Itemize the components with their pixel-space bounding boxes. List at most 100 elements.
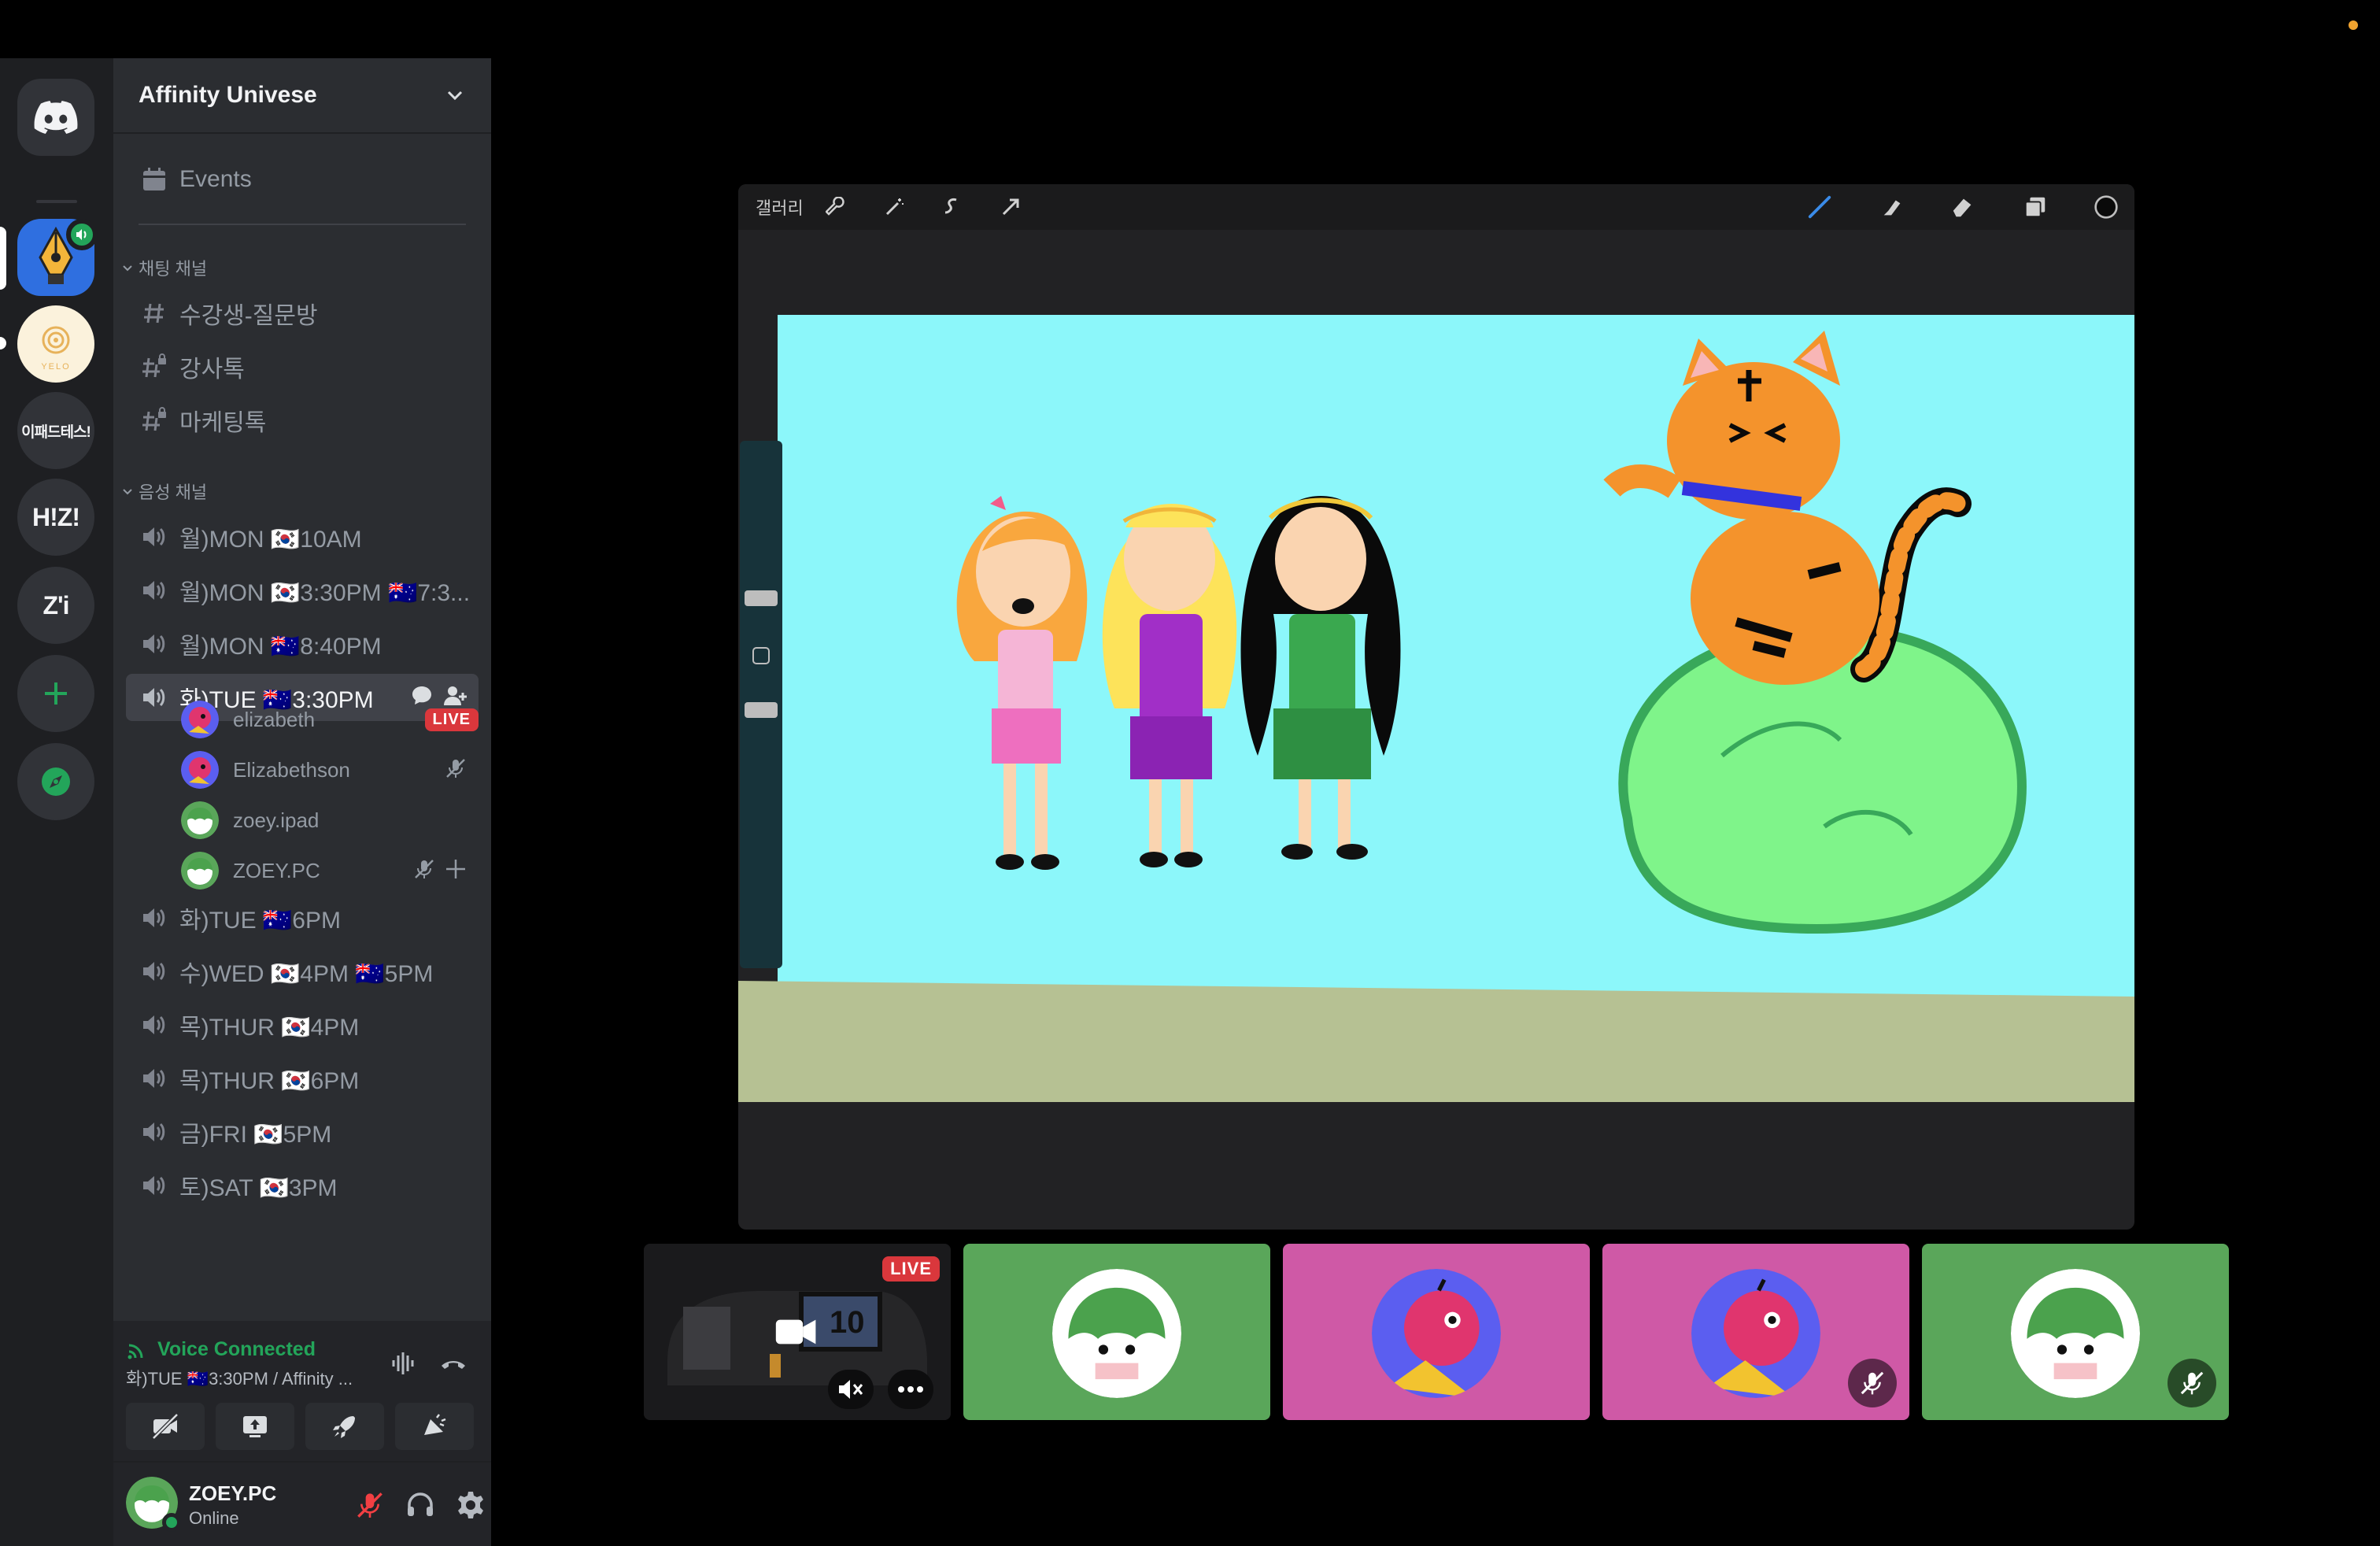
channel-qna[interactable]: 수강생-질문방 xyxy=(126,290,479,337)
smudge-icon[interactable] xyxy=(1879,194,1905,220)
chevron-down-icon xyxy=(123,489,132,495)
deafen-button[interactable] xyxy=(401,1486,439,1524)
screen-share-stream[interactable]: 갤러리 xyxy=(738,184,2134,1230)
voice-member[interactable]: elizabeth LIVE xyxy=(181,697,479,742)
server-ipad-test[interactable]: 이패드테스! xyxy=(17,392,94,469)
channel-instructor-talk[interactable]: 강사톡 xyxy=(126,343,479,390)
yelo-text: YELO xyxy=(41,362,71,372)
server-hiz[interactable]: H!Z! xyxy=(17,479,94,556)
speaker-icon xyxy=(140,1011,168,1039)
participant-tile[interactable] xyxy=(1602,1244,1909,1420)
gallery-button[interactable]: 갤러리 xyxy=(756,194,804,220)
noise-suppression-icon[interactable] xyxy=(384,1344,422,1382)
user-name: ZOEY.PC xyxy=(189,1481,277,1505)
screen-share-button[interactable] xyxy=(216,1403,294,1450)
voice-member[interactable]: zoey.ipad xyxy=(181,798,479,842)
soundboard-icon xyxy=(424,1414,446,1435)
explore-servers-button[interactable] xyxy=(17,743,94,820)
participant-tile[interactable] xyxy=(963,1244,1270,1420)
add-server-button[interactable] xyxy=(17,655,94,732)
size-knob[interactable] xyxy=(745,590,778,606)
chevron-down-icon xyxy=(123,265,132,272)
voice-status[interactable]: Voice Connected xyxy=(126,1338,316,1361)
voice-channel[interactable]: 목)THUR 🇰🇷6PM xyxy=(126,1055,479,1102)
speaker-icon xyxy=(140,683,168,712)
color-picker-icon[interactable] xyxy=(2094,194,2119,220)
chevron-down-icon xyxy=(447,91,463,101)
channel-marketing-talk[interactable]: 마케팅톡 xyxy=(126,397,479,444)
wrench-icon[interactable] xyxy=(823,194,848,220)
muted-mic-icon xyxy=(2168,1359,2216,1407)
hashtag-icon xyxy=(140,299,168,327)
voice-channel[interactable]: 월)MON 🇦🇺8:40PM xyxy=(126,620,479,668)
category-text-channels[interactable]: 채팅 채널 xyxy=(121,255,207,280)
camera-off-icon xyxy=(152,1413,179,1440)
user-panel: ZOEY.PC Online xyxy=(113,1463,491,1546)
stream-volume-button[interactable] xyxy=(828,1370,874,1409)
ground-area xyxy=(738,981,2134,1102)
participant-tile[interactable] xyxy=(1283,1244,1590,1420)
server-zi[interactable]: Z'i xyxy=(17,567,94,644)
online-status-dot xyxy=(162,1513,181,1532)
voice-channel[interactable]: 월)MON 🇰🇷3:30PM 🇦🇺7:3... xyxy=(126,567,479,614)
server-yelo[interactable]: YELO xyxy=(17,305,94,383)
magic-wand-icon[interactable] xyxy=(881,194,907,220)
live-badge: LIVE xyxy=(424,708,479,731)
voice-channel[interactable]: 금)FRI 🇰🇷5PM xyxy=(126,1108,479,1156)
selected-server-pill xyxy=(0,227,6,290)
muted-mic-icon xyxy=(1848,1359,1897,1407)
events-label: Events xyxy=(179,166,252,192)
procreate-toolbar: 갤러리 xyxy=(738,184,2134,230)
user-status: Online xyxy=(189,1508,239,1528)
brush-size-slider[interactable] xyxy=(740,441,782,968)
activities-button[interactable] xyxy=(305,1403,384,1450)
speaker-icon xyxy=(140,630,168,658)
voice-channel[interactable]: 월)MON 🇰🇷10AM xyxy=(126,513,479,560)
disconnect-icon[interactable] xyxy=(434,1344,472,1382)
opacity-knob[interactable] xyxy=(745,702,778,718)
transform-arrow-icon[interactable] xyxy=(998,194,1023,220)
avatar xyxy=(2011,1269,2140,1398)
avatar xyxy=(181,801,219,839)
notification-dot xyxy=(2349,20,2358,30)
hashtag-lock-icon xyxy=(140,406,168,435)
channel-sidebar: Affinity Univese Events 채팅 채널 수강생-질문방 강사… xyxy=(113,58,491,1546)
voice-member[interactable]: ZOEY.PC xyxy=(181,849,479,893)
voice-channel[interactable]: 화)TUE 🇦🇺6PM xyxy=(126,894,479,941)
voice-channel[interactable]: 토)SAT 🇰🇷3PM xyxy=(126,1162,479,1209)
discord-home-button[interactable] xyxy=(17,79,94,156)
plus-icon[interactable] xyxy=(444,857,468,885)
voice-channel-subtitle[interactable]: 화)TUE 🇦🇺3:30PM / Affinity ... xyxy=(126,1365,362,1390)
avatar xyxy=(1052,1269,1181,1398)
eyedropper-square-icon[interactable] xyxy=(752,647,770,664)
server-name: Affinity Univese xyxy=(139,82,317,108)
voice-member[interactable]: Elizabethson xyxy=(181,748,479,792)
muted-mic-icon xyxy=(357,1492,382,1518)
voice-channel[interactable]: 수)WED 🇰🇷4PM 🇦🇺5PM xyxy=(126,948,479,995)
participant-tile[interactable] xyxy=(1922,1244,2229,1420)
drawing-canvas[interactable] xyxy=(738,315,2134,1102)
voice-channel[interactable]: 목)THUR 🇰🇷4PM xyxy=(126,1001,479,1049)
live-stream-tile[interactable]: LIVE 10 xyxy=(644,1244,951,1420)
eraser-icon[interactable] xyxy=(1950,194,1975,220)
live-badge: LIVE xyxy=(882,1256,940,1282)
avatar xyxy=(1691,1269,1820,1398)
user-settings-button[interactable] xyxy=(452,1486,490,1524)
soundboard-button[interactable] xyxy=(395,1403,474,1450)
signal-icon xyxy=(128,1344,143,1359)
more-options-button[interactable] xyxy=(888,1370,933,1409)
layers-icon[interactable] xyxy=(2023,194,2048,220)
brush-icon[interactable] xyxy=(1807,194,1832,220)
events-item[interactable]: Events xyxy=(126,156,479,203)
compass-icon xyxy=(42,767,70,796)
speaker-icon xyxy=(140,576,168,605)
screen-number: 10 xyxy=(830,1305,865,1340)
category-voice-channels[interactable]: 음성 채널 xyxy=(121,479,207,504)
selection-icon[interactable] xyxy=(940,194,965,220)
mute-mic-button[interactable] xyxy=(351,1486,389,1524)
calendar-icon xyxy=(140,165,168,194)
speaker-icon xyxy=(66,219,98,250)
rail-separator xyxy=(36,200,77,203)
server-header[interactable]: Affinity Univese xyxy=(113,58,491,134)
camera-off-button[interactable] xyxy=(126,1403,205,1450)
